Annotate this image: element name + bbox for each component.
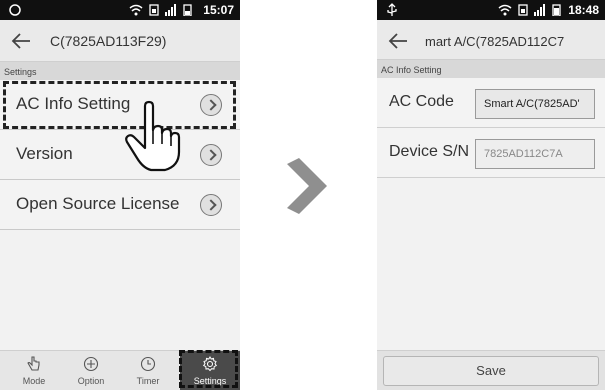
- back-arrow-icon[interactable]: [387, 31, 409, 51]
- app-status-icon: [9, 4, 21, 16]
- save-area: Save: [377, 350, 605, 390]
- signal-icon: [534, 4, 545, 16]
- clock-icon: [140, 356, 156, 372]
- sim-icon: [518, 4, 528, 16]
- status-time: 18:48: [568, 3, 599, 17]
- hand-pointer-icon: [27, 356, 40, 371]
- chevron-right-icon: [287, 158, 327, 214]
- section-header: AC Info Setting: [377, 60, 605, 78]
- status-icons: [129, 4, 192, 16]
- menu-item-version[interactable]: Version: [0, 130, 240, 180]
- chevron-right-icon: [200, 194, 222, 216]
- highlight-settings-tab: [179, 350, 238, 388]
- menu-item-open-source-license[interactable]: Open Source License: [0, 180, 240, 230]
- status-time: 15:07: [203, 3, 234, 17]
- ac-code-label: AC Code: [389, 93, 454, 110]
- section-header: Settings: [0, 62, 240, 80]
- page-title: mart A/C(7825AD112C7: [425, 34, 565, 49]
- usb-icon: [387, 3, 397, 16]
- device-sn-field: 7825AD112C7A: [475, 139, 595, 169]
- ac-code-input[interactable]: Smart A/C(7825AD': [475, 89, 595, 119]
- battery-icon: [183, 4, 192, 16]
- tab-label: Timer: [136, 376, 160, 386]
- back-arrow-icon[interactable]: [10, 31, 32, 51]
- right-phone-screen: 18:48 mart A/C(7825AD112C7 AC Info Setti…: [377, 0, 605, 390]
- status-bar: 15:07: [0, 0, 240, 20]
- plus-circle-icon: [83, 356, 99, 372]
- device-sn-row: Device S/N 7825AD112C7A: [377, 128, 605, 178]
- hand-pointer-icon: [125, 100, 181, 172]
- sim-icon: [149, 4, 159, 16]
- tab-timer[interactable]: Timer: [118, 351, 178, 390]
- chevron-right-icon: [200, 144, 222, 166]
- tab-label: Option: [77, 376, 105, 386]
- signal-icon: [165, 4, 176, 16]
- wifi-icon: [129, 4, 143, 16]
- tab-mode[interactable]: Mode: [4, 351, 64, 390]
- save-button[interactable]: Save: [383, 356, 599, 386]
- tab-option[interactable]: Option: [61, 351, 121, 390]
- left-phone-screen: 15:07 C(7825AD113F29) Settings AC Info S…: [0, 0, 240, 390]
- ac-code-row: AC Code Smart A/C(7825AD': [377, 78, 605, 128]
- device-sn-label: Device S/N: [389, 143, 470, 160]
- battery-icon: [552, 4, 561, 16]
- page-title: C(7825AD113F29): [50, 33, 167, 49]
- status-bar: 18:48: [377, 0, 605, 20]
- menu-item-label: Open Source License: [16, 194, 180, 213]
- wifi-icon: [498, 4, 512, 16]
- status-icons: [498, 4, 561, 16]
- tab-label: Mode: [22, 376, 46, 386]
- title-bar: C(7825AD113F29): [0, 20, 240, 62]
- highlight-ac-info-setting: [3, 81, 236, 129]
- menu-item-label: Version: [16, 144, 73, 163]
- title-bar: mart A/C(7825AD112C7: [377, 20, 605, 60]
